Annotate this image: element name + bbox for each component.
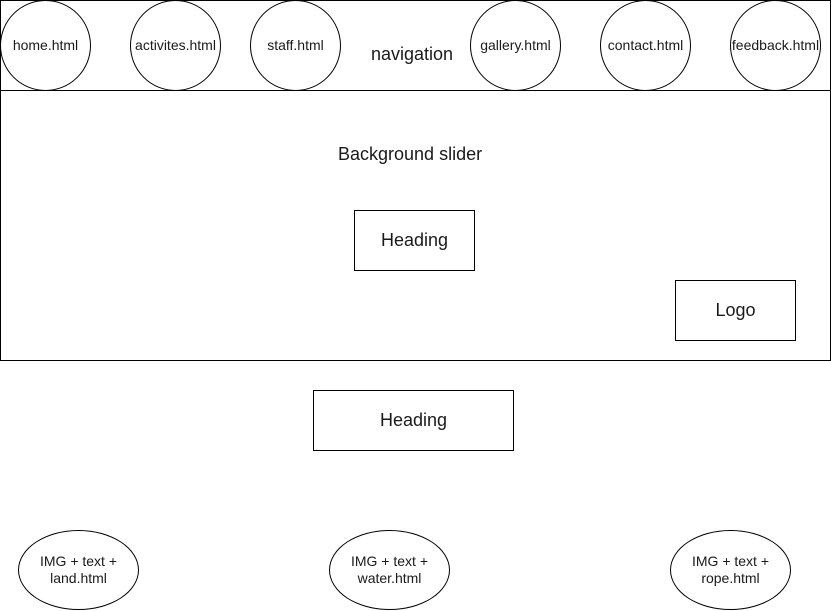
nav-item-label: home.html [12,37,79,53]
slider-label: Background slider [338,144,483,164]
card-land[interactable]: IMG + text + land.html [18,530,139,610]
main-heading: Heading [313,390,514,451]
nav-item-gallery[interactable]: gallery.html [470,0,561,91]
nav-item-staff[interactable]: staff.html [250,0,341,91]
nav-item-home[interactable]: home.html [0,0,91,91]
nav-item-label: feedback.html [731,37,820,53]
logo[interactable]: Logo [675,280,796,341]
nav-item-label: contact.html [607,37,684,53]
card-line1: IMG + text + [350,553,429,569]
nav-item-label: activites.html [135,37,216,53]
slider-heading: Heading [354,210,475,271]
card-link: land.html [50,570,107,586]
card-link: water.html [357,570,422,586]
slider-heading-text: Heading [380,230,449,250]
logo-text: Logo [715,300,756,320]
card-line1: IMG + text + [39,553,118,569]
nav-item-contact[interactable]: contact.html [600,0,691,91]
nav-item-label: gallery.html [480,37,551,53]
main-heading-text: Heading [379,410,448,430]
card-rope[interactable]: IMG + text + rope.html [670,530,791,610]
card-line1: IMG + text + [691,553,770,569]
nav-item-activites[interactable]: activites.html [130,0,221,91]
card-water[interactable]: IMG + text + water.html [329,530,450,610]
nav-item-label: staff.html [267,37,324,53]
card-link: rope.html [701,570,760,586]
navigation-label: navigation [371,44,454,64]
nav-item-feedback[interactable]: feedback.html [730,0,821,91]
